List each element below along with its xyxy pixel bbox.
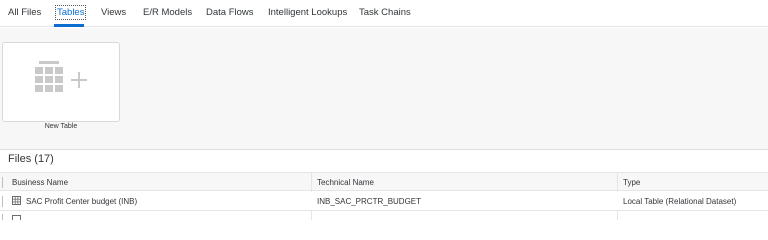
tab-task-chains[interactable]: Task Chains [359, 7, 411, 18]
row-selector-handle[interactable] [2, 177, 3, 188]
tab-label: All Files [8, 7, 42, 18]
tab-label: Views [101, 7, 127, 18]
tab-bar: All Files Tables Views E/R Models Data F… [0, 0, 768, 27]
tab-views[interactable]: Views [101, 7, 126, 18]
tab-all-files[interactable]: All Files [8, 7, 41, 18]
table-icon [12, 196, 21, 205]
tab-label: E/R Models [143, 7, 193, 18]
table-icon [12, 215, 21, 220]
table-row[interactable]: SAC Profit Center budget (INB) INB_SAC_P… [0, 192, 768, 211]
new-table-tile[interactable] [2, 42, 120, 122]
tab-intelligent-lookups[interactable]: Intelligent Lookups [268, 7, 347, 18]
active-tab-indicator [54, 24, 84, 27]
column-header-type[interactable]: Type [623, 178, 640, 187]
tab-tables[interactable]: Tables [54, 5, 87, 20]
tab-er-models[interactable]: E/R Models [143, 7, 192, 18]
column-header-technical-name[interactable]: Technical Name [317, 178, 374, 187]
new-table-label: New Table [44, 123, 78, 130]
tab-label: Intelligent Lookups [268, 7, 348, 18]
create-tiles-area: New Table [0, 28, 768, 150]
tab-label: Tables [54, 5, 87, 20]
tab-label: Task Chains [359, 7, 411, 18]
cell-business-name: SAC Profit Center budget (INB) [26, 197, 138, 206]
column-header-business-name[interactable]: Business Name [12, 178, 68, 187]
table-row[interactable] [0, 212, 768, 220]
cell-technical-name: INB_SAC_PRCTR_BUDGET [317, 197, 422, 206]
row-selector-handle[interactable] [2, 214, 3, 220]
tab-data-flows[interactable]: Data Flows [206, 7, 254, 18]
row-selector-handle[interactable] [2, 196, 3, 207]
cell-type: Local Table (Relational Dataset) [623, 197, 737, 206]
files-count-title: Files (17) [8, 153, 54, 165]
table-add-icon [35, 61, 87, 92]
table-header: Business Name Technical Name Type [0, 172, 768, 191]
tab-label: Data Flows [206, 7, 254, 18]
